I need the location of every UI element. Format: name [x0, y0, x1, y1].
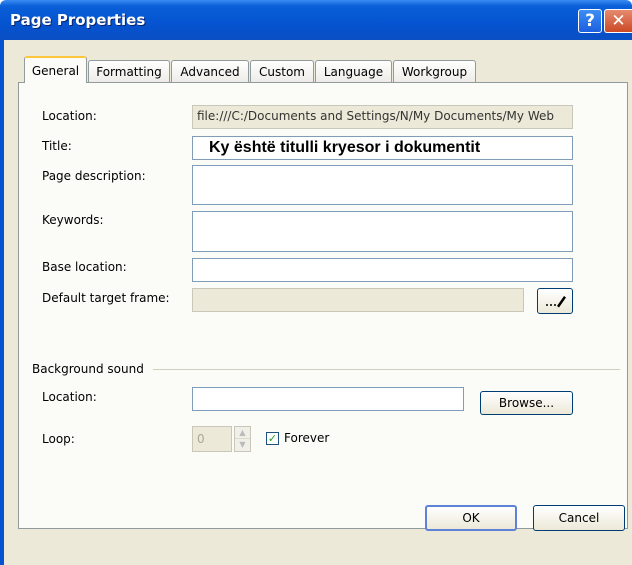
pencil-icon	[546, 296, 566, 308]
base-location-field[interactable]	[192, 258, 573, 282]
tab-general[interactable]: General	[24, 56, 87, 83]
cancel-button[interactable]: Cancel	[533, 505, 625, 531]
check-icon: ✓	[267, 432, 278, 445]
sound-location-field[interactable]	[192, 387, 464, 411]
spinner-up-icon: ▲	[235, 427, 250, 439]
default-target-frame-field	[192, 288, 524, 312]
base-location-label: Base location:	[42, 260, 127, 274]
default-target-frame-label: Default target frame:	[42, 291, 170, 305]
title-label: Title:	[42, 139, 72, 153]
help-button[interactable]: ?	[578, 9, 602, 33]
keywords-label: Keywords:	[42, 213, 104, 227]
sound-location-label: Location:	[42, 390, 97, 404]
window-title: Page Properties	[10, 11, 146, 29]
loop-spinner-buttons: ▲ ▼	[234, 426, 251, 452]
location-label: Location:	[42, 109, 97, 123]
tab-workgroup[interactable]: Workgroup	[393, 60, 476, 83]
title-field[interactable]: Ky është titulli kryesor i dokumentit	[192, 136, 573, 160]
page-description-label: Page description:	[42, 169, 146, 183]
location-field: file:///C:/Documents and Settings/N/My D…	[192, 105, 573, 129]
ok-button[interactable]: OK	[425, 505, 517, 531]
spinner-down-icon: ▼	[239, 440, 246, 449]
forever-checkbox[interactable]: ✓	[266, 432, 279, 445]
loop-label: Loop:	[42, 432, 75, 446]
tab-language[interactable]: Language	[315, 60, 392, 83]
target-frame-button[interactable]	[537, 288, 573, 314]
background-sound-group-label: Background sound	[32, 362, 144, 376]
page-description-field[interactable]	[192, 165, 573, 205]
tab-custom[interactable]: Custom	[250, 60, 314, 83]
keywords-field[interactable]	[192, 211, 573, 252]
loop-spinner-field: 0	[192, 426, 232, 452]
tab-formatting[interactable]: Formatting	[88, 60, 170, 83]
tab-advanced[interactable]: Advanced	[171, 60, 249, 83]
group-divider	[153, 369, 620, 370]
forever-label: Forever	[284, 431, 330, 445]
browse-button[interactable]: Browse...	[480, 391, 573, 415]
close-button[interactable]: ✕	[604, 9, 632, 33]
